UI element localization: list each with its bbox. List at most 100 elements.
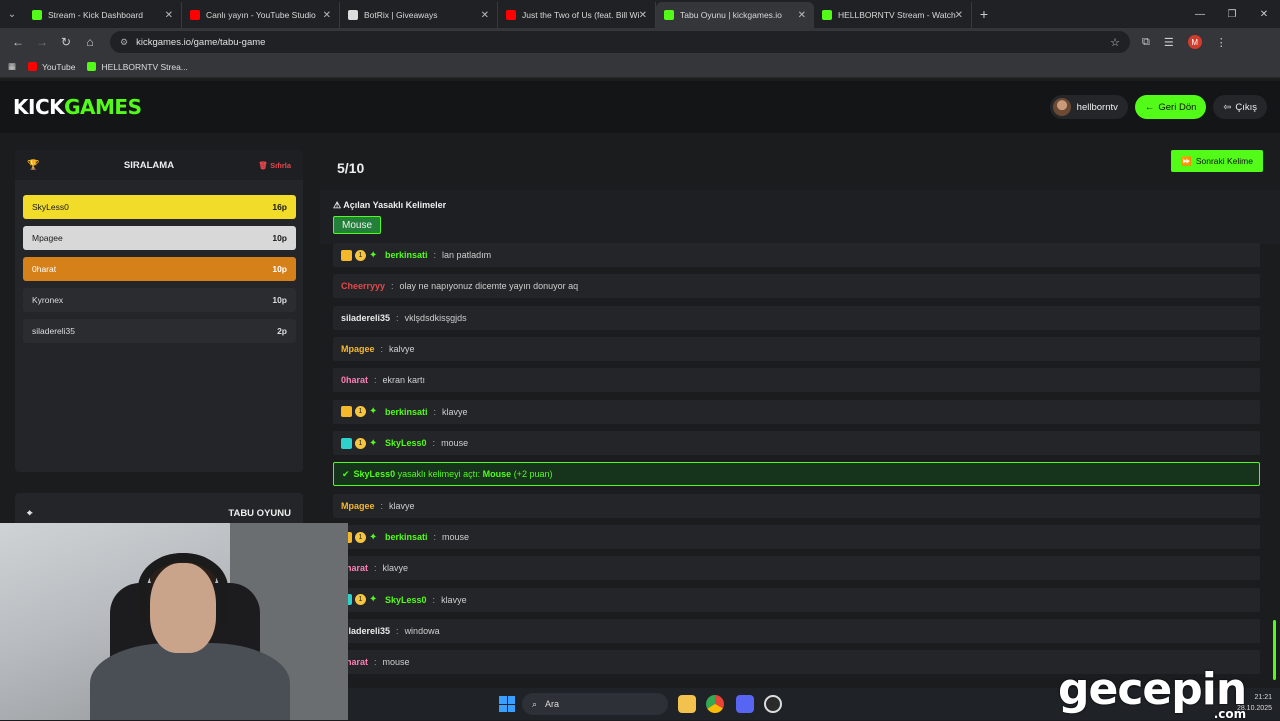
tabu-panel-title: TABU OYUNU xyxy=(228,507,291,519)
chat-message: 1 ✦ SkyLess0: klavye xyxy=(333,587,1260,612)
tab-title: Canlı yayın - YouTube Studio xyxy=(206,10,316,20)
avatar xyxy=(1052,98,1071,116)
browser-tab[interactable]: Stream - Kick Dashboard ✕ xyxy=(24,2,182,28)
browser-tab[interactable]: BotRix | Giveaways ✕ xyxy=(340,2,498,28)
chat-separator: : xyxy=(391,281,394,292)
ranking-panel: 🏆 SIRALAMA 🗑 Sıfırla SkyLess0 16p Mpagee 1… xyxy=(15,150,303,472)
browser-tab[interactable]: Just the Two of Us (feat. Bill Wi ✕ xyxy=(498,2,656,28)
og-badge-icon xyxy=(341,437,352,449)
chrome-icon[interactable] xyxy=(706,695,724,713)
close-tab-icon[interactable]: ✕ xyxy=(165,10,173,21)
close-window-icon[interactable]: ✕ xyxy=(1248,9,1280,20)
discord-icon[interactable] xyxy=(736,695,754,713)
chat-username[interactable]: siladereli35 xyxy=(341,313,390,323)
bookmark-star-icon[interactable]: ☆ xyxy=(1110,36,1120,49)
kickgames-logo[interactable]: KICKGAMES xyxy=(13,95,142,119)
next-word-button[interactable]: ⏩ Sonraki Kelime xyxy=(1171,150,1263,172)
chat-username[interactable]: berkinsati xyxy=(385,532,428,542)
back-button[interactable]: ← Geri Dön xyxy=(1134,95,1207,119)
url-field[interactable]: ⚙ kickgames.io/game/tabu-game ☆ xyxy=(110,31,1130,53)
restore-icon[interactable]: ❐ xyxy=(1216,9,1248,20)
file-explorer-icon[interactable] xyxy=(678,695,696,713)
ranking-title: SIRALAMA xyxy=(123,159,175,171)
scrollbar-thumb[interactable] xyxy=(1273,620,1276,680)
crown-badge-icon xyxy=(341,406,352,418)
chat-separator: : xyxy=(433,250,437,260)
logo-part-games: GAMES xyxy=(64,95,142,119)
chat-username[interactable]: Cheerryyy xyxy=(341,281,385,291)
close-tab-icon[interactable]: ✕ xyxy=(798,10,806,21)
minimize-icon[interactable]: — xyxy=(1184,9,1216,20)
back-icon[interactable]: ← xyxy=(6,35,30,49)
close-tab-icon[interactable]: ✕ xyxy=(639,10,647,21)
bookmark-youtube[interactable]: YouTube xyxy=(28,62,75,72)
chat-text: lan patladım xyxy=(442,250,492,260)
kick-icon xyxy=(32,10,42,20)
chat-username[interactable]: Mpagee xyxy=(341,344,375,354)
subscriber-badge-icon: 1 xyxy=(355,594,366,606)
fast-forward-icon: ⏩ xyxy=(1181,155,1192,166)
tab-title: Tabu Oyunu | kickgames.io xyxy=(680,10,782,20)
kickgames-icon xyxy=(664,10,674,20)
chat-message: 1 ✦ SkyLess0: mouse xyxy=(333,431,1260,456)
site-header: KICKGAMES hellborntv ← Geri Dön ⇦ Çıkış xyxy=(0,81,1280,133)
chat-separator: : xyxy=(432,594,436,605)
chat-separator: : xyxy=(374,375,377,386)
windows-start-icon[interactable] xyxy=(499,696,515,712)
obs-icon[interactable] xyxy=(764,695,782,713)
taskbar-search[interactable]: ⌕ Ara xyxy=(522,693,668,715)
round-bar: 5/10 ⏩ Sonraki Kelime xyxy=(320,140,1280,190)
subscriber-badge-icon: 1 xyxy=(355,437,366,449)
browser-tab[interactable]: HELLBORNTV Stream - Watch L ✕ xyxy=(814,2,972,28)
reset-button[interactable]: 🗑 Sıfırla xyxy=(259,161,291,170)
tab-title: HELLBORNTV Stream - Watch L xyxy=(838,10,956,20)
chat-text: kalvye xyxy=(389,344,415,355)
chat-username[interactable]: Mpagee xyxy=(341,501,375,511)
bookmark-label: HELLBORNTV Strea... xyxy=(101,61,188,72)
chat-username[interactable]: berkinsati xyxy=(385,407,428,417)
logout-button[interactable]: ⇦ Çıkış xyxy=(1213,95,1267,119)
home-icon[interactable]: ⌂ xyxy=(78,35,102,49)
apps-grid-icon[interactable]: ▦ xyxy=(8,61,16,72)
chat-message: Mpagee: klavye xyxy=(333,493,1260,518)
youtube-icon xyxy=(506,10,516,20)
chat-separator: : xyxy=(374,657,377,668)
webcam-overlay xyxy=(0,523,348,720)
chat-username[interactable]: SkyLess0 xyxy=(385,438,427,448)
chat-feed[interactable]: 1 ✦ berkinsati: lan patladım Cheerryyy: olay … xyxy=(333,243,1260,688)
botrix-icon xyxy=(348,10,358,20)
ranking-player-name: 0harat xyxy=(32,264,57,274)
chat-username[interactable]: 0harat xyxy=(341,375,368,385)
browser-tab-strip: ⌄ Stream - Kick Dashboard ✕ Canlı yayın - … xyxy=(0,0,1280,28)
close-tab-icon[interactable]: ✕ xyxy=(955,10,963,21)
profile-avatar[interactable]: M xyxy=(1187,35,1202,49)
bookmark-hellborntv[interactable]: HELLBORNTV Strea... xyxy=(87,61,188,72)
new-tab-button[interactable]: + xyxy=(972,6,996,22)
banned-word-chip: Mouse xyxy=(333,216,382,234)
close-tab-icon[interactable]: ✕ xyxy=(323,10,331,21)
chat-text: mouse xyxy=(442,532,470,543)
subscriber-badge-icon: 1 xyxy=(355,531,366,543)
search-icon: ⌕ xyxy=(532,698,538,709)
site-info-icon[interactable]: ⚙ xyxy=(120,37,128,48)
chat-message: 0harat: klavye xyxy=(333,556,1260,581)
close-tab-icon[interactable]: ✕ xyxy=(481,10,489,21)
chat-separator: : xyxy=(380,344,384,355)
browser-menu-icon[interactable]: ⋮ xyxy=(1216,36,1227,49)
chat-username[interactable]: berkinsati xyxy=(385,250,428,260)
reading-list-icon[interactable]: ☰ xyxy=(1164,36,1174,49)
reload-icon[interactable]: ↻ xyxy=(54,35,78,49)
back-button-label: Geri Dön xyxy=(1158,101,1197,113)
chat-username[interactable]: siladereli35 xyxy=(341,626,390,636)
tab-search-icon[interactable]: ⌄ xyxy=(0,0,24,28)
chat-username[interactable]: SkyLess0 xyxy=(385,595,427,605)
user-menu[interactable]: hellborntv xyxy=(1049,95,1128,119)
browser-tab[interactable]: Canlı yayın - YouTube Studio ✕ xyxy=(182,2,340,28)
browser-tab[interactable]: Tabu Oyunu | kickgames.io ✕ xyxy=(656,2,814,28)
chat-text: klavye xyxy=(442,406,468,417)
forward-icon[interactable]: → xyxy=(30,35,54,49)
extensions-icon[interactable]: ⧉ xyxy=(1142,36,1150,49)
ranking-points: 10p xyxy=(272,264,287,274)
sparkle-badge-icon: ✦ xyxy=(369,249,378,261)
ranking-points: 10p xyxy=(272,295,287,305)
